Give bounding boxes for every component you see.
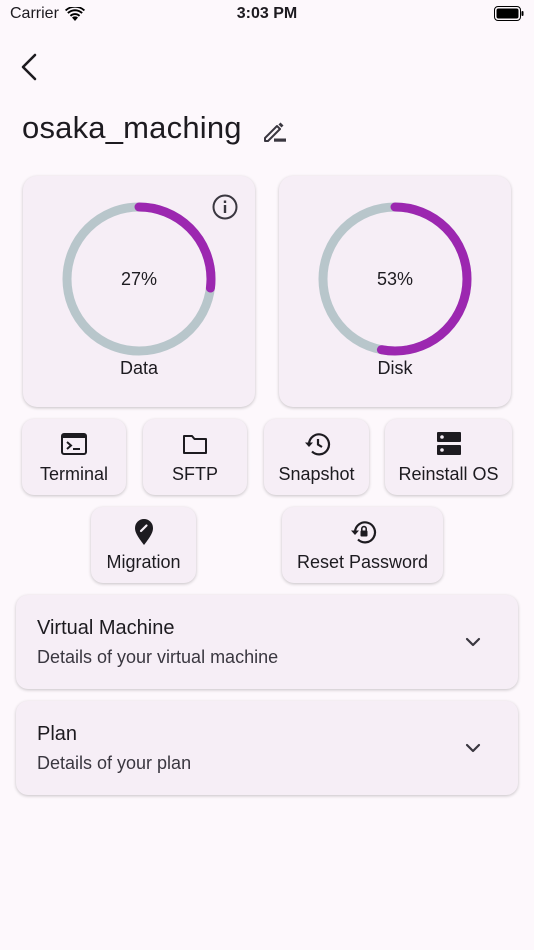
battery-icon — [494, 6, 524, 21]
plan-subtitle: Details of your plan — [37, 753, 192, 773]
chevron-down-icon — [465, 637, 481, 647]
virtual-machine-title: Virtual Machine — [37, 617, 175, 639]
sftp-button[interactable]: SFTP — [143, 419, 247, 495]
disk-gauge-card: 53% Disk — [279, 176, 511, 407]
folder-icon — [183, 434, 207, 454]
reinstall-os-label: Reinstall OS — [398, 463, 499, 484]
sftp-label: SFTP — [171, 463, 218, 484]
reinstall-os-button[interactable]: Reinstall OS — [385, 419, 512, 495]
reset-password-button[interactable]: Reset Password — [282, 507, 443, 583]
edit-icon — [263, 122, 286, 142]
history-icon — [304, 432, 330, 455]
migration-label: Migration — [106, 551, 181, 572]
disk-gauge-label: Disk — [377, 358, 413, 378]
reset-password-label: Reset Password — [296, 551, 429, 572]
terminal-button[interactable]: Terminal — [22, 419, 126, 495]
server-icon — [436, 431, 461, 455]
terminal-icon — [61, 432, 87, 455]
terminal-label: Terminal — [39, 463, 109, 484]
plan-title: Plan — [37, 723, 78, 745]
back-icon — [21, 53, 37, 81]
status-time: 3:03 PM — [236, 5, 298, 22]
data-gauge-value: 27% — [120, 269, 158, 289]
info-icon — [212, 194, 238, 220]
data-gauge-label: Data — [119, 358, 159, 378]
page-title: osaka_maching — [22, 110, 242, 145]
disk-gauge-value: 53% — [376, 269, 414, 289]
status-bar: Carrier 3:03 PM — [0, 0, 534, 30]
snapshot-button[interactable]: Snapshot — [264, 419, 369, 495]
info-button[interactable] — [211, 193, 239, 221]
location-pin-icon — [134, 518, 153, 545]
virtual-machine-subtitle: Details of your virtual machine — [37, 647, 279, 667]
back-button[interactable] — [14, 50, 44, 84]
chevron-down-icon — [465, 743, 481, 753]
data-gauge-card: 27% Data — [23, 176, 255, 407]
migration-button[interactable]: Migration — [91, 507, 196, 583]
virtual-machine-panel[interactable]: Virtual Machine Details of your virtual … — [16, 595, 518, 689]
snapshot-label: Snapshot — [278, 463, 355, 484]
title-row: osaka_maching — [22, 110, 290, 146]
edit-name-button[interactable] — [260, 116, 290, 146]
lock-reset-icon — [350, 520, 376, 543]
plan-panel[interactable]: Plan Details of your plan — [16, 701, 518, 795]
